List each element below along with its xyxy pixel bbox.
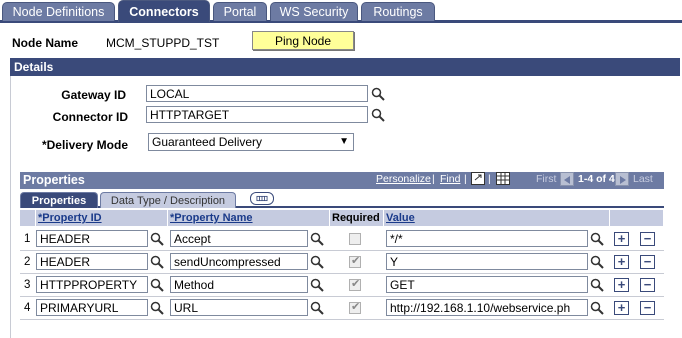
property-id-lookup-icon[interactable] [150, 232, 164, 246]
property-id-lookup-icon[interactable] [150, 278, 164, 292]
required-checkbox[interactable] [349, 233, 361, 245]
tab-portal[interactable]: Portal [213, 2, 267, 21]
delivery-mode-label: *Delivery Mode [41, 138, 128, 152]
table-row: 3 HTTPPROPERTY Method GET +− [20, 274, 664, 297]
tab-routings[interactable]: Routings [361, 2, 435, 21]
property-id-input[interactable]: PRIMARYURL [36, 299, 148, 316]
property-name-input[interactable]: Accept [170, 230, 308, 247]
header-required: Required [330, 210, 384, 226]
minus-icon[interactable]: − [640, 301, 655, 315]
value-lookup-icon[interactable] [590, 278, 604, 292]
tab-label: WS Security [279, 5, 349, 19]
plus-icon[interactable]: + [614, 232, 629, 246]
property-name-lookup-icon[interactable] [310, 278, 324, 292]
property-name-lookup-icon[interactable] [310, 232, 324, 246]
property-name-lookup-icon[interactable] [310, 255, 324, 269]
personalize-link[interactable]: Personalize [376, 173, 431, 185]
property-id-input[interactable]: HEADER [36, 253, 148, 270]
delivery-mode-value: Guaranteed Delivery [152, 135, 263, 149]
page-tabs: Node Definitions Connectors Portal WS Se… [0, 0, 682, 23]
value-input[interactable]: */* [386, 230, 588, 247]
property-id-lookup-icon[interactable] [150, 301, 164, 315]
row-number: 4 [24, 302, 31, 314]
last-label: Last [633, 173, 653, 185]
connector-lookup-icon[interactable] [371, 108, 385, 122]
connector-id-input[interactable]: HTTPTARGET [146, 106, 368, 123]
table-row: 4 PRIMARYURL URL http://192.168.1.10/webser… [20, 297, 664, 320]
value-lookup-icon[interactable] [590, 255, 604, 269]
value-lookup-icon[interactable] [590, 232, 604, 246]
tab-label: Portal [223, 5, 257, 19]
minus-icon[interactable]: − [640, 278, 655, 292]
ping-node-button[interactable]: Ping Node [252, 31, 354, 50]
connector-id-label: Connector ID [52, 110, 128, 124]
download-icon[interactable] [471, 172, 485, 185]
header-property-name[interactable]: *Property Name [168, 210, 330, 226]
previous-arrow-icon[interactable] [560, 172, 574, 186]
nav-separator: | [432, 173, 435, 185]
table-row: 2 HEADER sendUncompressed Y +− [20, 251, 664, 274]
row-number: 3 [24, 279, 31, 291]
details-header: Details [10, 58, 680, 76]
row-range: 1-4 of 4 [578, 173, 615, 185]
node-name-label: Node Name [12, 36, 79, 50]
dropdown-arrow-icon: ▼ [339, 136, 349, 147]
row-number: 1 [24, 233, 31, 245]
delivery-mode-select[interactable]: Guaranteed Delivery ▼ [148, 133, 354, 151]
tab-label: Node Definitions [12, 5, 105, 19]
tab-connectors[interactable]: Connectors [118, 0, 210, 22]
value-lookup-icon[interactable] [590, 301, 604, 315]
next-arrow-icon[interactable] [615, 172, 629, 186]
node-row: Node Name MCM_STUPPD_TST Ping Node [0, 30, 682, 52]
gateway-id-input[interactable]: LOCAL [146, 85, 368, 102]
property-id-lookup-icon[interactable] [150, 255, 164, 269]
required-checkbox[interactable] [349, 254, 361, 268]
property-id-input[interactable]: HEADER [36, 230, 148, 247]
gateway-lookup-icon[interactable] [371, 87, 385, 101]
header-rownum [20, 210, 36, 226]
property-name-lookup-icon[interactable] [310, 301, 324, 315]
nav-separator: | [464, 173, 467, 185]
property-name-input[interactable]: Method [170, 276, 308, 293]
header-property-id[interactable]: *Property ID [36, 210, 168, 226]
plus-icon[interactable]: + [614, 301, 629, 315]
property-id-input[interactable]: HTTPPROPERTY [36, 276, 148, 293]
value-input[interactable]: http://192.168.1.10/webservice.ph [386, 299, 588, 316]
grid-tab-properties[interactable]: Properties [20, 192, 98, 208]
nav-separator: | [488, 173, 491, 185]
gateway-id-label: Gateway ID [61, 88, 126, 102]
spreadsheet-icon[interactable] [496, 172, 510, 185]
required-checkbox[interactable] [349, 300, 361, 314]
table-row: 1 HEADER Accept */* + − [20, 228, 664, 251]
value-input[interactable]: GET [386, 276, 588, 293]
view-all-icon[interactable] [250, 192, 274, 205]
plus-icon[interactable]: + [614, 278, 629, 292]
property-name-input[interactable]: URL [170, 299, 308, 316]
grid-tabs: Properties Data Type / Description [20, 189, 664, 208]
header-actions [610, 210, 664, 226]
tab-ws-security[interactable]: WS Security [270, 2, 358, 21]
required-checkbox[interactable] [349, 277, 361, 291]
minus-icon[interactable]: − [640, 255, 655, 269]
find-link[interactable]: Find [440, 173, 460, 185]
plus-icon[interactable]: + [614, 255, 629, 269]
minus-icon[interactable]: − [640, 232, 655, 246]
tab-label: Routings [373, 5, 423, 19]
tab-node-definitions[interactable]: Node Definitions [2, 2, 115, 21]
header-value[interactable]: Value [384, 210, 610, 226]
value-input[interactable]: Y [386, 253, 588, 270]
tab-label: Connectors [129, 4, 199, 19]
node-name-value: MCM_STUPPD_TST [106, 36, 220, 50]
row-number: 2 [24, 256, 31, 268]
property-name-input[interactable]: sendUncompressed [170, 253, 308, 270]
grid-tab-data-type[interactable]: Data Type / Description [100, 192, 236, 208]
first-label: First [536, 173, 557, 185]
